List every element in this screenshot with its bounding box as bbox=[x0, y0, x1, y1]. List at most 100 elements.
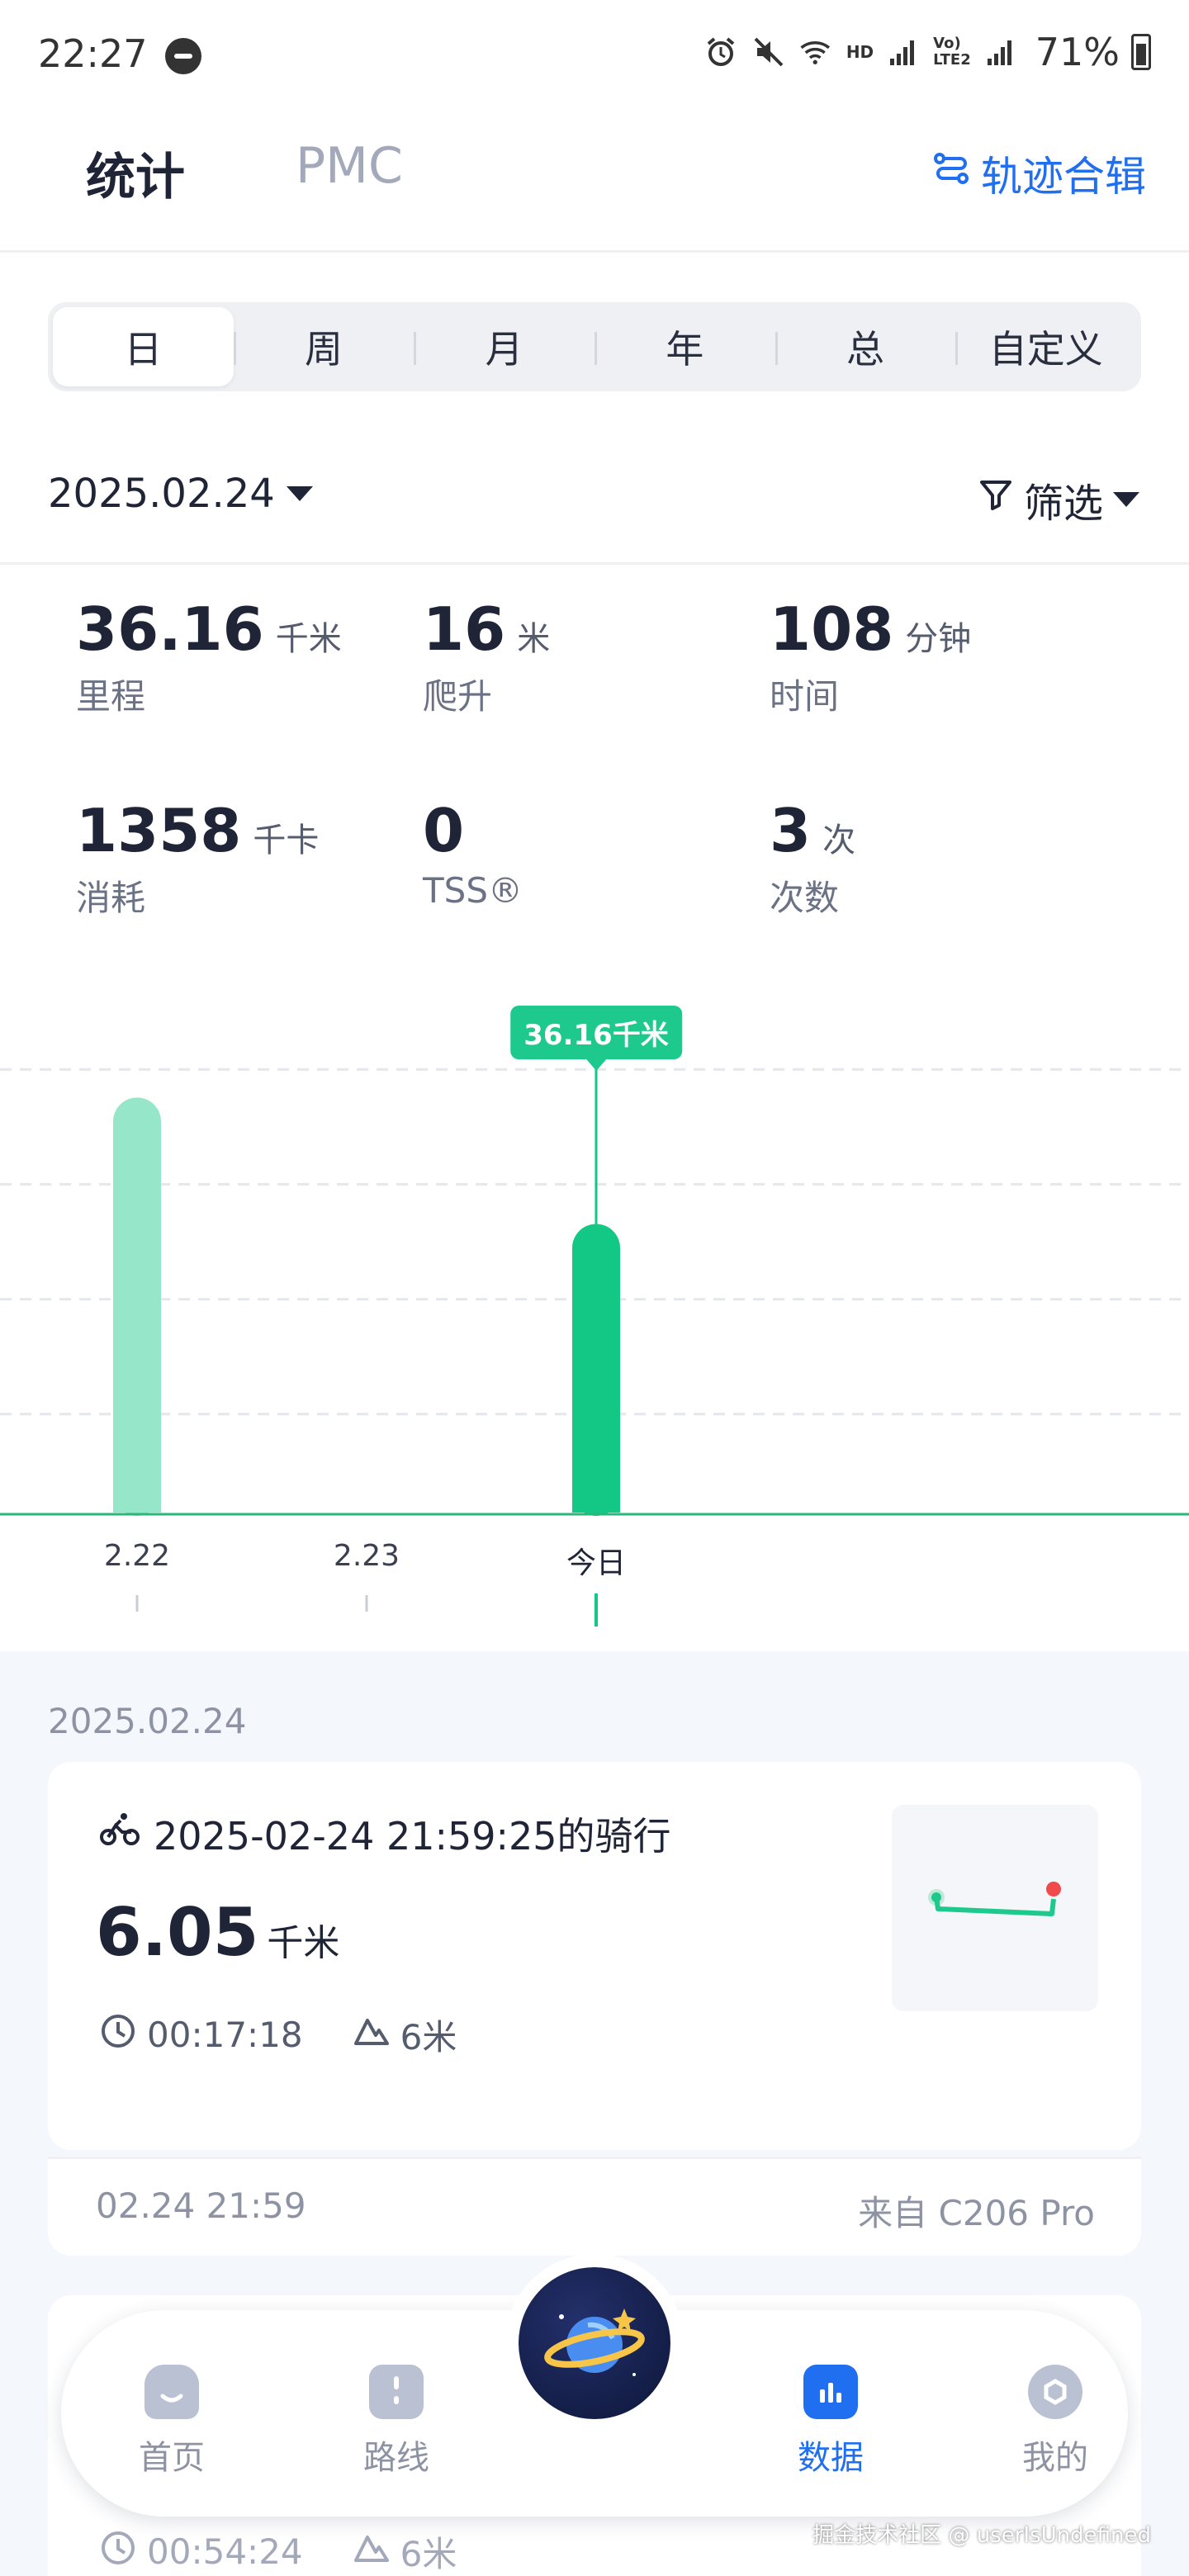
date-selector[interactable]: 2025.02.24 bbox=[48, 471, 313, 517]
date-selector-label: 2025.02.24 bbox=[48, 471, 275, 517]
elevation-value: 6米 bbox=[400, 2534, 457, 2574]
chart-bar-base bbox=[113, 1489, 161, 1513]
tab-pmc[interactable]: PMC bbox=[296, 137, 403, 195]
chart-bar[interactable] bbox=[113, 1097, 161, 1516]
planet-icon bbox=[544, 2308, 645, 2376]
home-icon bbox=[144, 2365, 199, 2419]
filter-label: 筛选 bbox=[1023, 481, 1103, 527]
nav-label: 路线 bbox=[363, 2439, 429, 2477]
filter-button[interactable]: 筛选 bbox=[978, 471, 1139, 528]
track-collection-label: 轨迹合辑 bbox=[981, 153, 1146, 201]
stat-value: 108 bbox=[770, 594, 894, 664]
nav-data[interactable]: 数据 bbox=[765, 2365, 897, 2479]
stat-unit: 千米 bbox=[275, 620, 342, 658]
filter-icon bbox=[978, 476, 1014, 523]
watermark: 掘金技术社区 @ userIsUndefined bbox=[812, 2523, 1151, 2548]
distance-bar-chart[interactable]: 36.16千米 2.22 2.23 今日 bbox=[0, 974, 1189, 1651]
stat-value: 1358 bbox=[76, 796, 242, 865]
stat-label: 里程 bbox=[76, 676, 146, 717]
date-filter-row: 2025.02.24 筛选 bbox=[0, 462, 1189, 565]
elevation-icon bbox=[353, 2529, 391, 2575]
activity-card[interactable]: 2025-02-24 21:59:25的骑行 6.05 千米 00:17:18 6… bbox=[48, 1762, 1141, 2256]
nav-route[interactable]: 路线 bbox=[330, 2365, 462, 2479]
stat-calories: 1358 千卡 消耗 bbox=[76, 796, 319, 921]
group-date: 2025.02.24 bbox=[48, 1701, 247, 1741]
stat-value: 16 bbox=[423, 594, 506, 664]
chart-tooltip: 36.16千米 bbox=[510, 1006, 682, 1071]
stat-value: 3 bbox=[770, 796, 812, 865]
nav-label: 我的 bbox=[1022, 2439, 1088, 2477]
data-icon bbox=[803, 2365, 858, 2419]
stat-distance: 36.16 千米 里程 bbox=[76, 594, 342, 719]
nav-label: 首页 bbox=[139, 2439, 205, 2477]
period-segmented-control: 日 周 月 年 总 自定义 bbox=[48, 302, 1141, 391]
stat-value: 36.16 bbox=[76, 594, 264, 664]
segment-year[interactable]: 年 bbox=[594, 307, 775, 386]
clock-icon bbox=[99, 2529, 137, 2575]
signal-icon-2 bbox=[983, 34, 1019, 70]
planet-fab-button[interactable] bbox=[519, 2267, 670, 2419]
route-link-icon bbox=[931, 149, 971, 198]
duration-value: 00:17:18 bbox=[147, 2015, 303, 2055]
stat-unit: 千卡 bbox=[253, 822, 320, 859]
status-icons: HD Vo) LTE2 71% bbox=[703, 30, 1151, 74]
chart-bar[interactable] bbox=[572, 1224, 620, 1516]
activity-time: 02.24 21:59 bbox=[96, 2185, 306, 2226]
battery-icon bbox=[1131, 34, 1151, 70]
x-tick-label: 今日 bbox=[566, 1546, 627, 1580]
activity-title: 2025-02-24 21:59:25的骑行 bbox=[99, 1807, 671, 1861]
segment-day[interactable]: 日 bbox=[53, 307, 234, 386]
clock-icon bbox=[99, 2012, 137, 2058]
nav-profile[interactable]: 我的 bbox=[989, 2365, 1121, 2479]
status-time: 22:27 bbox=[38, 31, 148, 76]
profile-icon bbox=[1028, 2365, 1082, 2419]
stat-unit: 次 bbox=[822, 822, 856, 859]
stat-unit: 分钟 bbox=[905, 620, 972, 658]
stat-label: 时间 bbox=[770, 676, 840, 717]
segment-custom[interactable]: 自定义 bbox=[955, 307, 1136, 386]
mute-icon bbox=[751, 34, 787, 70]
wifi-icon bbox=[798, 34, 835, 70]
activity-meta: 00:54:24 6米 bbox=[99, 2526, 490, 2576]
x-tick-label: 2.22 bbox=[103, 1539, 171, 1573]
header: 统计 PMC 轨迹合辑 bbox=[0, 107, 1189, 253]
stat-label: TSS® bbox=[423, 870, 523, 911]
caret-down-icon bbox=[1113, 492, 1139, 507]
stat-label: 消耗 bbox=[76, 878, 146, 918]
stat-unit: 米 bbox=[517, 620, 551, 658]
chart-bar-base bbox=[572, 1489, 620, 1513]
activity-title-text: 2025-02-24 21:59:25的骑行 bbox=[154, 1814, 671, 1859]
stat-count: 3次 次数 bbox=[770, 796, 855, 921]
bike-icon bbox=[99, 1809, 140, 1859]
signal-icon bbox=[885, 34, 921, 70]
duration-value: 00:54:24 bbox=[147, 2531, 303, 2572]
stat-time: 108 分钟 时间 bbox=[770, 594, 971, 719]
volte-label: Vo) LTE2 bbox=[933, 35, 971, 69]
distance-unit: 千米 bbox=[267, 1922, 340, 1964]
stat-tss: 0 TSS® bbox=[423, 796, 523, 911]
dnd-icon bbox=[165, 38, 201, 74]
segment-month[interactable]: 月 bbox=[414, 307, 594, 386]
stat-label: 次数 bbox=[770, 878, 840, 918]
caret-down-icon bbox=[286, 486, 313, 501]
track-collection-button[interactable]: 轨迹合辑 bbox=[931, 144, 1146, 203]
activity-distance: 6.05 千米 bbox=[96, 1894, 339, 1971]
activity-source: 来自 C206 Pro bbox=[858, 2193, 1095, 2233]
segment-week[interactable]: 周 bbox=[233, 307, 414, 386]
nav-home[interactable]: 首页 bbox=[106, 2365, 238, 2479]
stat-climb: 16 米 爬升 bbox=[423, 594, 550, 719]
tab-stats[interactable]: 统计 bbox=[86, 137, 185, 209]
activity-footer: 02.24 21:59 来自 C206 Pro bbox=[48, 2157, 1141, 2256]
segment-total[interactable]: 总 bbox=[775, 307, 956, 386]
elevation-icon bbox=[353, 2012, 391, 2058]
stat-label: 爬升 bbox=[423, 676, 493, 717]
activity-meta: 00:17:18 6米 bbox=[99, 2010, 490, 2060]
x-tick-label: 2.23 bbox=[333, 1539, 400, 1573]
battery-text: 71% bbox=[1035, 30, 1120, 74]
route-icon bbox=[369, 2365, 424, 2419]
elevation-value: 6米 bbox=[400, 2017, 457, 2057]
hd-label: HD bbox=[846, 42, 874, 62]
alarm-icon bbox=[703, 34, 739, 70]
distance-value: 6.05 bbox=[96, 1894, 259, 1971]
route-map-thumbnail[interactable] bbox=[892, 1805, 1098, 2011]
